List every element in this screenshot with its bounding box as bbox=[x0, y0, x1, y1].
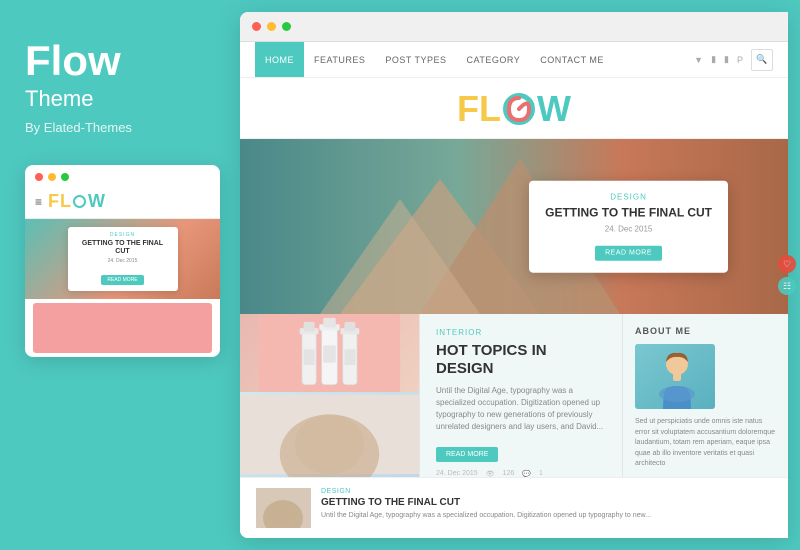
pinterest-icon[interactable]: P bbox=[737, 55, 743, 65]
sidebar-text: Sed ut perspiciatis unde omnis iste natu… bbox=[635, 417, 776, 470]
second-article-content: DESIGN GETTING TO THE FINAL CUT Until th… bbox=[321, 488, 772, 528]
logo-o-swirl bbox=[501, 88, 537, 130]
article-tag: INTERIOR bbox=[436, 328, 606, 337]
article-body: Until the Digital Age, typography was a … bbox=[436, 385, 606, 433]
browser-content: HOME FEATURES POST TYPES CATEGORY CONTAC… bbox=[240, 42, 788, 538]
second-article-thumbnail bbox=[256, 488, 311, 528]
browser-mockup: HOME FEATURES POST TYPES CATEGORY CONTAC… bbox=[240, 12, 788, 538]
mini-second-card bbox=[33, 303, 212, 353]
three-column-layout: INTERIOR HOT TOPICS IN DESIGN Until the … bbox=[240, 314, 788, 477]
hero-read-more-button[interactable]: READ MORE bbox=[595, 246, 662, 261]
mini-nav: ≡ FL W bbox=[25, 187, 220, 219]
chrome-maximize-button[interactable] bbox=[282, 22, 291, 31]
bottles-svg bbox=[240, 314, 419, 392]
mini-preview-card: ≡ FL W DESIGN GETTING TO THE FINAL CUT 2… bbox=[25, 165, 220, 357]
cart-icon: ♡ bbox=[783, 259, 791, 270]
mini-dot-green bbox=[61, 173, 69, 181]
second-article-row: DESIGN GETTING TO THE FINAL CUT Until th… bbox=[240, 477, 788, 538]
mini-hero-button[interactable]: READ MORE bbox=[101, 275, 143, 285]
article-read-more-button[interactable]: READ MORE bbox=[436, 447, 498, 462]
hero-card-title: GETTING TO THE FINAL CUT bbox=[545, 205, 712, 221]
left-card-2 bbox=[240, 392, 419, 477]
article-views: 126 bbox=[503, 470, 515, 477]
mini-dot-red bbox=[35, 173, 43, 181]
search-button[interactable]: 🔍 bbox=[751, 49, 773, 71]
second-article-tag: DESIGN bbox=[321, 488, 772, 495]
mini-logo: FL W bbox=[48, 191, 106, 212]
article-title: HOT TOPICS IN DESIGN bbox=[436, 342, 606, 378]
chrome-minimize-button[interactable] bbox=[267, 22, 276, 31]
col-left-images bbox=[240, 314, 420, 477]
site-navigation: HOME FEATURES POST TYPES CATEGORY CONTAC… bbox=[240, 42, 788, 78]
mini-hero-card: DESIGN GETTING TO THE FINAL CUT 24. Dec … bbox=[68, 227, 178, 292]
nav-item-category[interactable]: CATEGORY bbox=[457, 42, 531, 77]
logo-letter-w: W bbox=[537, 91, 571, 127]
site-logo-area: FL W bbox=[240, 78, 788, 139]
second-card-svg bbox=[240, 392, 419, 477]
bag-icon: ☷ bbox=[783, 281, 791, 292]
mini-chrome-dots bbox=[25, 165, 220, 187]
edge-icons: ♡ ☷ bbox=[774, 247, 800, 303]
article-comments-icon: 💬 bbox=[522, 470, 531, 477]
site-logo: FL W bbox=[457, 88, 571, 130]
sidebar-title: ABOUT ME bbox=[635, 326, 776, 336]
mini-dot-yellow bbox=[48, 173, 56, 181]
article-comments: 1 bbox=[539, 470, 543, 477]
browser-chrome-bar bbox=[240, 12, 788, 42]
nav-item-contact[interactable]: CONTACT ME bbox=[530, 42, 614, 77]
chrome-close-button[interactable] bbox=[252, 22, 261, 31]
search-icon: 🔍 bbox=[756, 54, 767, 65]
left-panel: Flow Theme By Elated-Themes ≡ FL W DESIG… bbox=[0, 0, 240, 550]
mini-logo-o bbox=[73, 195, 86, 208]
nav-social-icons: ▼ ▮ ▮ P 🔍 bbox=[694, 49, 773, 71]
article-meta: 24. Dec 2015 👁 126 💬 1 bbox=[436, 470, 606, 477]
mini-hero-title: GETTING TO THE FINAL CUT bbox=[76, 240, 170, 257]
mini-hero-date: 24. Dec 2015 bbox=[76, 258, 170, 264]
sidebar-avatar bbox=[635, 344, 715, 409]
facebook-icon[interactable]: ▮ bbox=[711, 54, 716, 65]
site-main-content: DESIGN GETTING TO THE FINAL CUT 24. Dec … bbox=[240, 139, 788, 538]
article-views-icon: 👁 bbox=[486, 470, 495, 477]
col-right-sidebar: ABOUT ME bbox=[623, 314, 788, 477]
nav-item-home[interactable]: HOME bbox=[255, 42, 304, 77]
hero-card-date: 24. Dec 2015 bbox=[545, 225, 712, 234]
mini-hero-tag: DESIGN bbox=[76, 232, 170, 238]
brand-title: Flow bbox=[25, 40, 121, 82]
brand-by-line: By Elated-Themes bbox=[25, 120, 132, 135]
mini-logo-f: FL bbox=[48, 191, 72, 212]
hero-section: DESIGN GETTING TO THE FINAL CUT 24. Dec … bbox=[240, 139, 788, 314]
second-thumb-svg bbox=[256, 488, 311, 528]
logo-o-container bbox=[501, 88, 537, 130]
twitter-icon[interactable]: ▼ bbox=[694, 55, 703, 65]
edge-icon-2[interactable]: ☷ bbox=[778, 277, 796, 295]
hero-card-tag: DESIGN bbox=[545, 192, 712, 201]
nav-item-features[interactable]: FEATURES bbox=[304, 42, 375, 77]
left-card-1 bbox=[240, 314, 419, 392]
edge-icon-1[interactable]: ♡ bbox=[778, 255, 796, 273]
logo-letter-f: FL bbox=[457, 91, 501, 127]
mini-logo-w: W bbox=[88, 191, 106, 212]
mini-hamburger-icon: ≡ bbox=[35, 195, 42, 209]
brand-subtitle: Theme bbox=[25, 86, 93, 112]
second-article-title: GETTING TO THE FINAL CUT bbox=[321, 497, 772, 508]
instagram-icon[interactable]: ▮ bbox=[724, 54, 729, 65]
hero-overlay-card: DESIGN GETTING TO THE FINAL CUT 24. Dec … bbox=[529, 180, 728, 273]
mini-hero-section: DESIGN GETTING TO THE FINAL CUT 24. Dec … bbox=[25, 219, 220, 299]
col-middle-article: INTERIOR HOT TOPICS IN DESIGN Until the … bbox=[420, 314, 623, 477]
second-article-body: Until the Digital Age, typography was a … bbox=[321, 511, 772, 521]
article-date: 24. Dec 2015 bbox=[436, 470, 478, 477]
avatar-svg bbox=[635, 344, 715, 409]
nav-item-post-types[interactable]: POST TYPES bbox=[375, 42, 456, 77]
